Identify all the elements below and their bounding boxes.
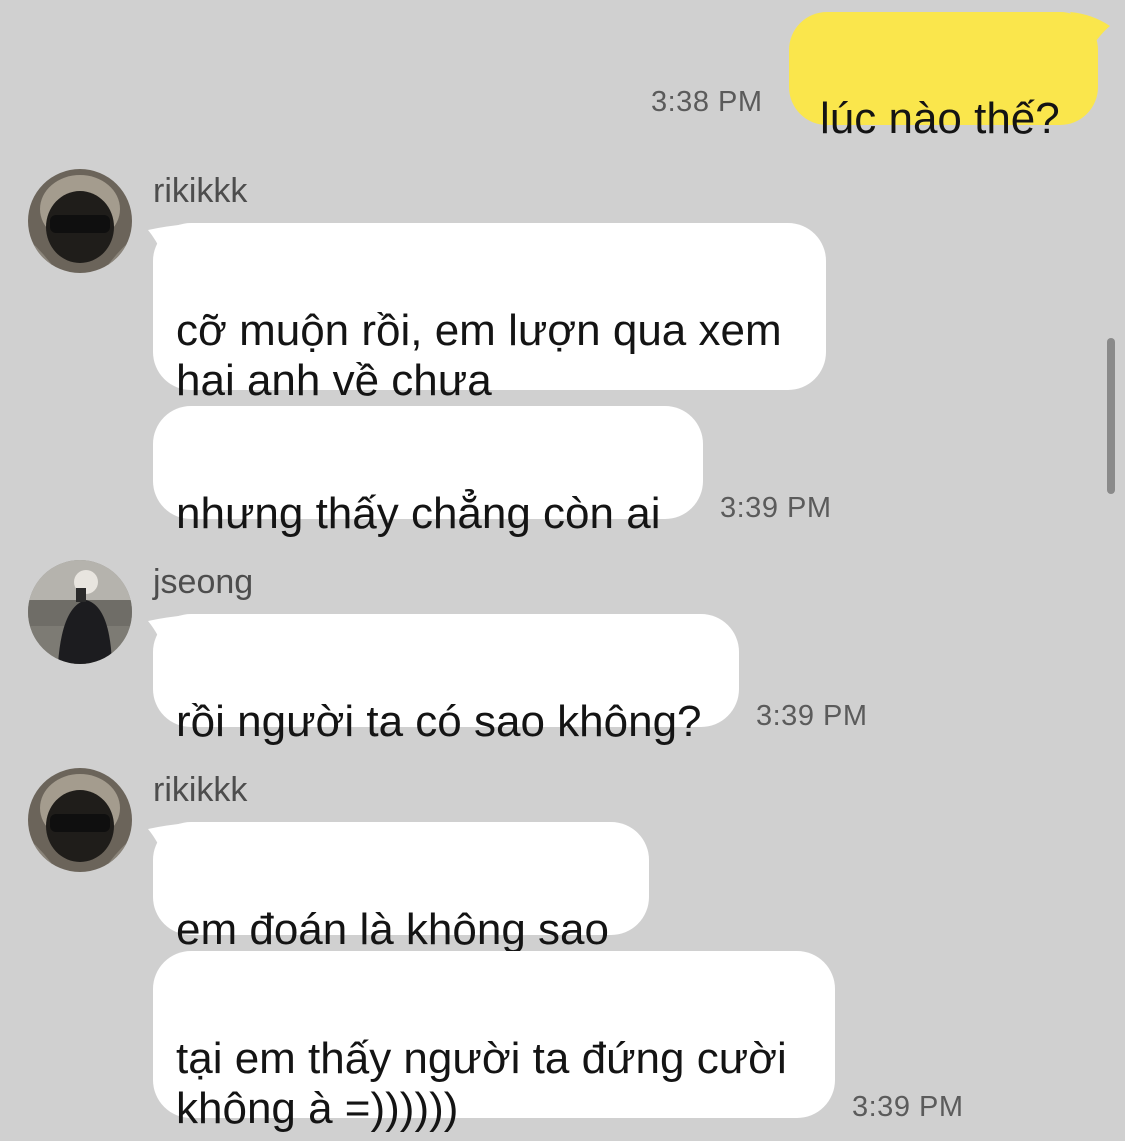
message-bubble-incoming[interactable]: nhưng thấy chẳng còn ai [153, 406, 703, 538]
sender-name: rikikkk [153, 172, 248, 210]
message-timestamp: 3:39 PM [756, 700, 868, 732]
message-text: rồi người ta có sao không? [176, 697, 702, 746]
avatar-image [28, 560, 132, 664]
message-text: tại em thấy người ta đứng cười không à =… [176, 1034, 787, 1133]
message-text: nhưng thấy chẳng còn ai [176, 489, 661, 538]
message-timestamp: 3:38 PM [651, 86, 763, 118]
avatar-image [28, 768, 132, 872]
avatar-rikikkk[interactable] [28, 768, 132, 872]
message-bubble-outgoing[interactable]: lúc nào thế? [789, 12, 1098, 143]
message-timestamp: 3:39 PM [720, 492, 832, 524]
message-text: cỡ muộn rồi, em lượn qua xem hai anh về … [176, 306, 782, 405]
avatar-rikikkk[interactable] [28, 169, 132, 273]
chat-window[interactable]: lúc nào thế? 3:38 PM rikikkk cỡ muộn rồi… [0, 0, 1125, 1141]
message-bubble-incoming[interactable]: em đoán là không sao [153, 822, 649, 954]
message-bubble-incoming[interactable]: cỡ muộn rồi, em lượn qua xem hai anh về … [153, 223, 826, 405]
avatar-image [28, 169, 132, 273]
message-text: em đoán là không sao [176, 905, 609, 954]
message-bubble-incoming[interactable]: rồi người ta có sao không? [153, 614, 739, 746]
message-bubble-incoming[interactable]: tại em thấy người ta đứng cười không à =… [153, 951, 835, 1133]
sender-name: rikikkk [153, 771, 248, 809]
message-text: lúc nào thế? [820, 94, 1060, 143]
avatar-jseong[interactable] [28, 560, 132, 664]
message-timestamp: 3:39 PM [852, 1091, 964, 1123]
sender-name: jseong [153, 563, 254, 601]
scrollbar-thumb[interactable] [1107, 338, 1115, 494]
